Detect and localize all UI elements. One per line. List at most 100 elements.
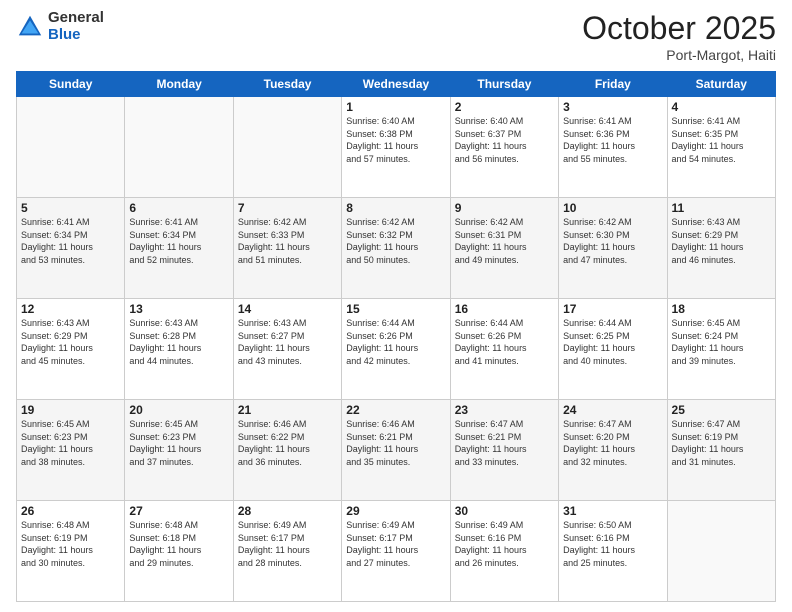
calendar-cell: 21Sunrise: 6:46 AM Sunset: 6:22 PM Dayli… xyxy=(233,400,341,501)
logo-blue-text: Blue xyxy=(48,27,104,44)
col-sunday: Sunday xyxy=(17,72,125,97)
day-info: Sunrise: 6:45 AM Sunset: 6:23 PM Dayligh… xyxy=(21,418,120,468)
day-info: Sunrise: 6:43 AM Sunset: 6:29 PM Dayligh… xyxy=(672,216,771,266)
calendar-cell: 31Sunrise: 6:50 AM Sunset: 6:16 PM Dayli… xyxy=(559,501,667,602)
calendar-cell: 24Sunrise: 6:47 AM Sunset: 6:20 PM Dayli… xyxy=(559,400,667,501)
day-number: 16 xyxy=(455,302,554,316)
day-number: 6 xyxy=(129,201,228,215)
day-number: 21 xyxy=(238,403,337,417)
calendar-cell: 25Sunrise: 6:47 AM Sunset: 6:19 PM Dayli… xyxy=(667,400,775,501)
col-saturday: Saturday xyxy=(667,72,775,97)
calendar-cell: 19Sunrise: 6:45 AM Sunset: 6:23 PM Dayli… xyxy=(17,400,125,501)
day-info: Sunrise: 6:44 AM Sunset: 6:26 PM Dayligh… xyxy=(455,317,554,367)
day-number: 14 xyxy=(238,302,337,316)
calendar-cell: 22Sunrise: 6:46 AM Sunset: 6:21 PM Dayli… xyxy=(342,400,450,501)
day-info: Sunrise: 6:41 AM Sunset: 6:34 PM Dayligh… xyxy=(129,216,228,266)
day-info: Sunrise: 6:48 AM Sunset: 6:19 PM Dayligh… xyxy=(21,519,120,569)
calendar-cell xyxy=(125,97,233,198)
calendar-week-row-2: 5Sunrise: 6:41 AM Sunset: 6:34 PM Daylig… xyxy=(17,198,776,299)
day-info: Sunrise: 6:44 AM Sunset: 6:26 PM Dayligh… xyxy=(346,317,445,367)
day-info: Sunrise: 6:47 AM Sunset: 6:21 PM Dayligh… xyxy=(455,418,554,468)
day-info: Sunrise: 6:44 AM Sunset: 6:25 PM Dayligh… xyxy=(563,317,662,367)
calendar-week-row-4: 19Sunrise: 6:45 AM Sunset: 6:23 PM Dayli… xyxy=(17,400,776,501)
calendar-cell: 10Sunrise: 6:42 AM Sunset: 6:30 PM Dayli… xyxy=(559,198,667,299)
calendar-cell: 13Sunrise: 6:43 AM Sunset: 6:28 PM Dayli… xyxy=(125,299,233,400)
day-number: 9 xyxy=(455,201,554,215)
day-number: 11 xyxy=(672,201,771,215)
day-info: Sunrise: 6:45 AM Sunset: 6:23 PM Dayligh… xyxy=(129,418,228,468)
calendar-table: Sunday Monday Tuesday Wednesday Thursday… xyxy=(16,71,776,602)
calendar-cell: 1Sunrise: 6:40 AM Sunset: 6:38 PM Daylig… xyxy=(342,97,450,198)
calendar-cell: 27Sunrise: 6:48 AM Sunset: 6:18 PM Dayli… xyxy=(125,501,233,602)
day-info: Sunrise: 6:43 AM Sunset: 6:28 PM Dayligh… xyxy=(129,317,228,367)
day-info: Sunrise: 6:47 AM Sunset: 6:20 PM Dayligh… xyxy=(563,418,662,468)
calendar-cell: 3Sunrise: 6:41 AM Sunset: 6:36 PM Daylig… xyxy=(559,97,667,198)
day-number: 4 xyxy=(672,100,771,114)
logo-general-text: General xyxy=(48,10,104,27)
day-info: Sunrise: 6:43 AM Sunset: 6:29 PM Dayligh… xyxy=(21,317,120,367)
day-number: 23 xyxy=(455,403,554,417)
col-wednesday: Wednesday xyxy=(342,72,450,97)
title-area: October 2025 Port-Margot, Haiti xyxy=(582,10,776,63)
day-number: 8 xyxy=(346,201,445,215)
day-number: 3 xyxy=(563,100,662,114)
col-friday: Friday xyxy=(559,72,667,97)
calendar-cell: 5Sunrise: 6:41 AM Sunset: 6:34 PM Daylig… xyxy=(17,198,125,299)
day-info: Sunrise: 6:50 AM Sunset: 6:16 PM Dayligh… xyxy=(563,519,662,569)
calendar-cell: 20Sunrise: 6:45 AM Sunset: 6:23 PM Dayli… xyxy=(125,400,233,501)
day-number: 22 xyxy=(346,403,445,417)
day-info: Sunrise: 6:40 AM Sunset: 6:37 PM Dayligh… xyxy=(455,115,554,165)
day-number: 10 xyxy=(563,201,662,215)
day-number: 26 xyxy=(21,504,120,518)
calendar-cell: 29Sunrise: 6:49 AM Sunset: 6:17 PM Dayli… xyxy=(342,501,450,602)
day-info: Sunrise: 6:49 AM Sunset: 6:16 PM Dayligh… xyxy=(455,519,554,569)
calendar-cell: 23Sunrise: 6:47 AM Sunset: 6:21 PM Dayli… xyxy=(450,400,558,501)
day-number: 20 xyxy=(129,403,228,417)
calendar-cell: 14Sunrise: 6:43 AM Sunset: 6:27 PM Dayli… xyxy=(233,299,341,400)
calendar-cell: 7Sunrise: 6:42 AM Sunset: 6:33 PM Daylig… xyxy=(233,198,341,299)
logo-text: General Blue xyxy=(48,10,104,43)
calendar-cell: 17Sunrise: 6:44 AM Sunset: 6:25 PM Dayli… xyxy=(559,299,667,400)
day-number: 5 xyxy=(21,201,120,215)
day-number: 25 xyxy=(672,403,771,417)
calendar-cell xyxy=(17,97,125,198)
day-number: 31 xyxy=(563,504,662,518)
calendar-cell: 26Sunrise: 6:48 AM Sunset: 6:19 PM Dayli… xyxy=(17,501,125,602)
day-number: 15 xyxy=(346,302,445,316)
calendar-cell: 28Sunrise: 6:49 AM Sunset: 6:17 PM Dayli… xyxy=(233,501,341,602)
col-tuesday: Tuesday xyxy=(233,72,341,97)
page: General Blue October 2025 Port-Margot, H… xyxy=(0,0,792,612)
day-info: Sunrise: 6:45 AM Sunset: 6:24 PM Dayligh… xyxy=(672,317,771,367)
day-info: Sunrise: 6:49 AM Sunset: 6:17 PM Dayligh… xyxy=(238,519,337,569)
day-number: 30 xyxy=(455,504,554,518)
day-info: Sunrise: 6:41 AM Sunset: 6:34 PM Dayligh… xyxy=(21,216,120,266)
calendar-week-row-5: 26Sunrise: 6:48 AM Sunset: 6:19 PM Dayli… xyxy=(17,501,776,602)
day-info: Sunrise: 6:47 AM Sunset: 6:19 PM Dayligh… xyxy=(672,418,771,468)
day-number: 19 xyxy=(21,403,120,417)
col-thursday: Thursday xyxy=(450,72,558,97)
day-number: 18 xyxy=(672,302,771,316)
logo: General Blue xyxy=(16,10,104,43)
col-monday: Monday xyxy=(125,72,233,97)
day-number: 7 xyxy=(238,201,337,215)
calendar-header-row: Sunday Monday Tuesday Wednesday Thursday… xyxy=(17,72,776,97)
calendar-cell: 2Sunrise: 6:40 AM Sunset: 6:37 PM Daylig… xyxy=(450,97,558,198)
calendar-cell: 8Sunrise: 6:42 AM Sunset: 6:32 PM Daylig… xyxy=(342,198,450,299)
day-number: 1 xyxy=(346,100,445,114)
day-info: Sunrise: 6:46 AM Sunset: 6:22 PM Dayligh… xyxy=(238,418,337,468)
day-number: 29 xyxy=(346,504,445,518)
calendar-cell: 9Sunrise: 6:42 AM Sunset: 6:31 PM Daylig… xyxy=(450,198,558,299)
calendar-cell: 16Sunrise: 6:44 AM Sunset: 6:26 PM Dayli… xyxy=(450,299,558,400)
day-number: 2 xyxy=(455,100,554,114)
day-number: 12 xyxy=(21,302,120,316)
day-number: 17 xyxy=(563,302,662,316)
calendar-week-row-1: 1Sunrise: 6:40 AM Sunset: 6:38 PM Daylig… xyxy=(17,97,776,198)
day-info: Sunrise: 6:42 AM Sunset: 6:32 PM Dayligh… xyxy=(346,216,445,266)
calendar-cell: 30Sunrise: 6:49 AM Sunset: 6:16 PM Dayli… xyxy=(450,501,558,602)
header: General Blue October 2025 Port-Margot, H… xyxy=(16,10,776,63)
day-info: Sunrise: 6:42 AM Sunset: 6:30 PM Dayligh… xyxy=(563,216,662,266)
day-number: 24 xyxy=(563,403,662,417)
location-subtitle: Port-Margot, Haiti xyxy=(582,47,776,63)
day-number: 27 xyxy=(129,504,228,518)
logo-icon xyxy=(16,13,44,41)
